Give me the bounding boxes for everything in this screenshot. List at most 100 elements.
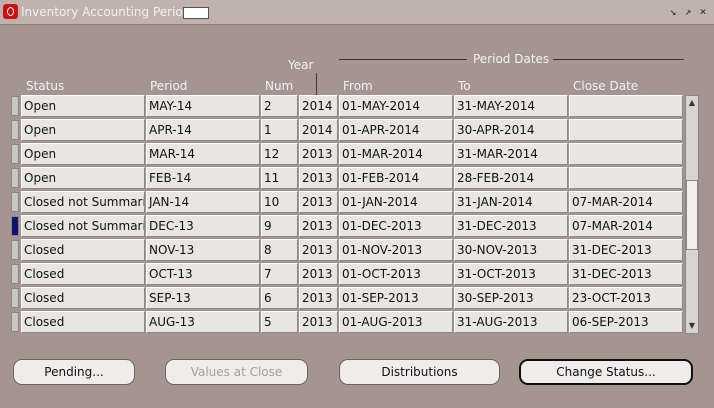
cell-to[interactable]: 31-MAR-2014 xyxy=(454,143,568,165)
cell-status[interactable]: Closed xyxy=(21,239,145,261)
cell-year[interactable]: 2013 xyxy=(299,287,338,309)
cell-from[interactable]: 01-JAN-2014 xyxy=(339,191,453,213)
minimize-icon[interactable]: ↘ xyxy=(667,5,679,18)
cell-from[interactable]: 01-MAY-2014 xyxy=(339,95,453,117)
table-row[interactable]: Open FEB-14 11 2013 01-FEB-2014 28-FEB-2… xyxy=(11,167,686,189)
cell-status[interactable]: Open xyxy=(21,119,145,141)
cell-num[interactable]: 8 xyxy=(261,239,298,261)
cell-num[interactable]: 9 xyxy=(261,215,298,237)
table-row[interactable]: Open MAY-14 2 2014 01-MAY-2014 31-MAY-20… xyxy=(11,95,686,117)
cell-from[interactable]: 01-FEB-2014 xyxy=(339,167,453,189)
row-selector[interactable] xyxy=(11,264,19,284)
cell-close-date[interactable]: 31-DEC-2013 xyxy=(569,263,683,285)
table-row[interactable]: Closed SEP-13 6 2013 01-SEP-2013 30-SEP-… xyxy=(11,287,686,309)
scrollbar-thumb[interactable] xyxy=(686,180,698,250)
cell-period[interactable]: JAN-14 xyxy=(146,191,260,213)
cell-close-date[interactable] xyxy=(569,167,683,189)
cell-from[interactable]: 01-SEP-2013 xyxy=(339,287,453,309)
cell-num[interactable]: 7 xyxy=(261,263,298,285)
cell-to[interactable]: 30-NOV-2013 xyxy=(454,239,568,261)
row-selector[interactable] xyxy=(11,96,19,116)
cell-close-date[interactable]: 06-SEP-2013 xyxy=(569,311,683,333)
cell-year[interactable]: 2013 xyxy=(299,215,338,237)
row-selector[interactable] xyxy=(11,144,19,164)
cell-to[interactable]: 31-MAY-2014 xyxy=(454,95,568,117)
cell-status[interactable]: Open xyxy=(21,143,145,165)
cell-close-date[interactable] xyxy=(569,95,683,117)
cell-year[interactable]: 2014 xyxy=(299,119,338,141)
cell-period[interactable]: MAR-14 xyxy=(146,143,260,165)
cell-period[interactable]: SEP-13 xyxy=(146,287,260,309)
cell-close-date[interactable]: 23-OCT-2013 xyxy=(569,287,683,309)
cell-status[interactable]: Closed not Summari xyxy=(21,191,145,213)
cell-to[interactable]: 31-AUG-2013 xyxy=(454,311,568,333)
cell-year[interactable]: 2013 xyxy=(299,167,338,189)
cell-close-date[interactable] xyxy=(569,119,683,141)
cell-from[interactable]: 01-AUG-2013 xyxy=(339,311,453,333)
cell-num[interactable]: 5 xyxy=(261,311,298,333)
cell-from[interactable]: 01-DEC-2013 xyxy=(339,215,453,237)
cell-num[interactable]: 10 xyxy=(261,191,298,213)
cell-year[interactable]: 2013 xyxy=(299,263,338,285)
cell-year[interactable]: 2013 xyxy=(299,311,338,333)
row-selector[interactable] xyxy=(11,288,19,308)
cell-year[interactable]: 2013 xyxy=(299,143,338,165)
cell-close-date[interactable]: 31-DEC-2013 xyxy=(569,239,683,261)
table-row[interactable]: Closed not Summari JAN-14 10 2013 01-JAN… xyxy=(11,191,686,213)
cell-to[interactable]: 30-APR-2014 xyxy=(454,119,568,141)
cell-num[interactable]: 11 xyxy=(261,167,298,189)
table-row[interactable]: Open MAR-14 12 2013 01-MAR-2014 31-MAR-2… xyxy=(11,143,686,165)
row-selector[interactable] xyxy=(11,312,19,332)
cell-status[interactable]: Closed xyxy=(21,287,145,309)
cell-to[interactable]: 31-OCT-2013 xyxy=(454,263,568,285)
cell-status[interactable]: Closed xyxy=(21,311,145,333)
vertical-scrollbar[interactable]: ▲ ▼ xyxy=(685,95,699,334)
cell-num[interactable]: 12 xyxy=(261,143,298,165)
cell-from[interactable]: 01-MAR-2014 xyxy=(339,143,453,165)
cell-from[interactable]: 01-OCT-2013 xyxy=(339,263,453,285)
table-row[interactable]: Closed OCT-13 7 2013 01-OCT-2013 31-OCT-… xyxy=(11,263,686,285)
cell-period[interactable]: DEC-13 xyxy=(146,215,260,237)
cell-status[interactable]: Closed not Summari xyxy=(21,215,145,237)
table-row-selected[interactable]: Closed not Summari DEC-13 9 2013 01-DEC-… xyxy=(11,215,686,237)
cell-to[interactable]: 28-FEB-2014 xyxy=(454,167,568,189)
cell-status[interactable]: Open xyxy=(21,167,145,189)
cell-status[interactable]: Closed xyxy=(21,263,145,285)
cell-to[interactable]: 31-JAN-2014 xyxy=(454,191,568,213)
change-status-button[interactable]: Change Status... xyxy=(519,359,693,385)
cell-close-date[interactable]: 07-MAR-2014 xyxy=(569,215,683,237)
cell-status[interactable]: Open xyxy=(21,95,145,117)
cell-period[interactable]: NOV-13 xyxy=(146,239,260,261)
row-selector-active[interactable] xyxy=(11,216,19,236)
row-selector[interactable] xyxy=(11,192,19,212)
values-at-close-button[interactable]: Values at Close xyxy=(165,359,308,385)
cell-from[interactable]: 01-NOV-2013 xyxy=(339,239,453,261)
cell-num[interactable]: 1 xyxy=(261,119,298,141)
cell-year[interactable]: 2013 xyxy=(299,191,338,213)
cell-to[interactable]: 30-SEP-2013 xyxy=(454,287,568,309)
cell-close-date[interactable]: 07-MAR-2014 xyxy=(569,191,683,213)
cell-period[interactable]: FEB-14 xyxy=(146,167,260,189)
cell-period[interactable]: MAY-14 xyxy=(146,95,260,117)
restore-icon[interactable]: ↗ xyxy=(682,5,694,18)
cell-year[interactable]: 2013 xyxy=(299,239,338,261)
cell-close-date[interactable] xyxy=(569,143,683,165)
cell-period[interactable]: OCT-13 xyxy=(146,263,260,285)
distributions-button[interactable]: Distributions xyxy=(339,359,500,385)
pending-button[interactable]: Pending... xyxy=(13,359,135,385)
cell-num[interactable]: 2 xyxy=(261,95,298,117)
table-row[interactable]: Closed NOV-13 8 2013 01-NOV-2013 30-NOV-… xyxy=(11,239,686,261)
row-selector[interactable] xyxy=(11,120,19,140)
table-row[interactable]: Open APR-14 1 2014 01-APR-2014 30-APR-20… xyxy=(11,119,686,141)
table-row[interactable]: Closed AUG-13 5 2013 01-AUG-2013 31-AUG-… xyxy=(11,311,686,333)
cell-num[interactable]: 6 xyxy=(261,287,298,309)
cell-to[interactable]: 31-DEC-2013 xyxy=(454,215,568,237)
cell-period[interactable]: AUG-13 xyxy=(146,311,260,333)
scroll-down-icon[interactable]: ▼ xyxy=(686,319,698,333)
row-selector[interactable] xyxy=(11,240,19,260)
row-selector[interactable] xyxy=(11,168,19,188)
scroll-up-icon[interactable]: ▲ xyxy=(686,96,698,110)
cell-period[interactable]: APR-14 xyxy=(146,119,260,141)
close-icon[interactable]: × xyxy=(697,5,709,18)
cell-from[interactable]: 01-APR-2014 xyxy=(339,119,453,141)
